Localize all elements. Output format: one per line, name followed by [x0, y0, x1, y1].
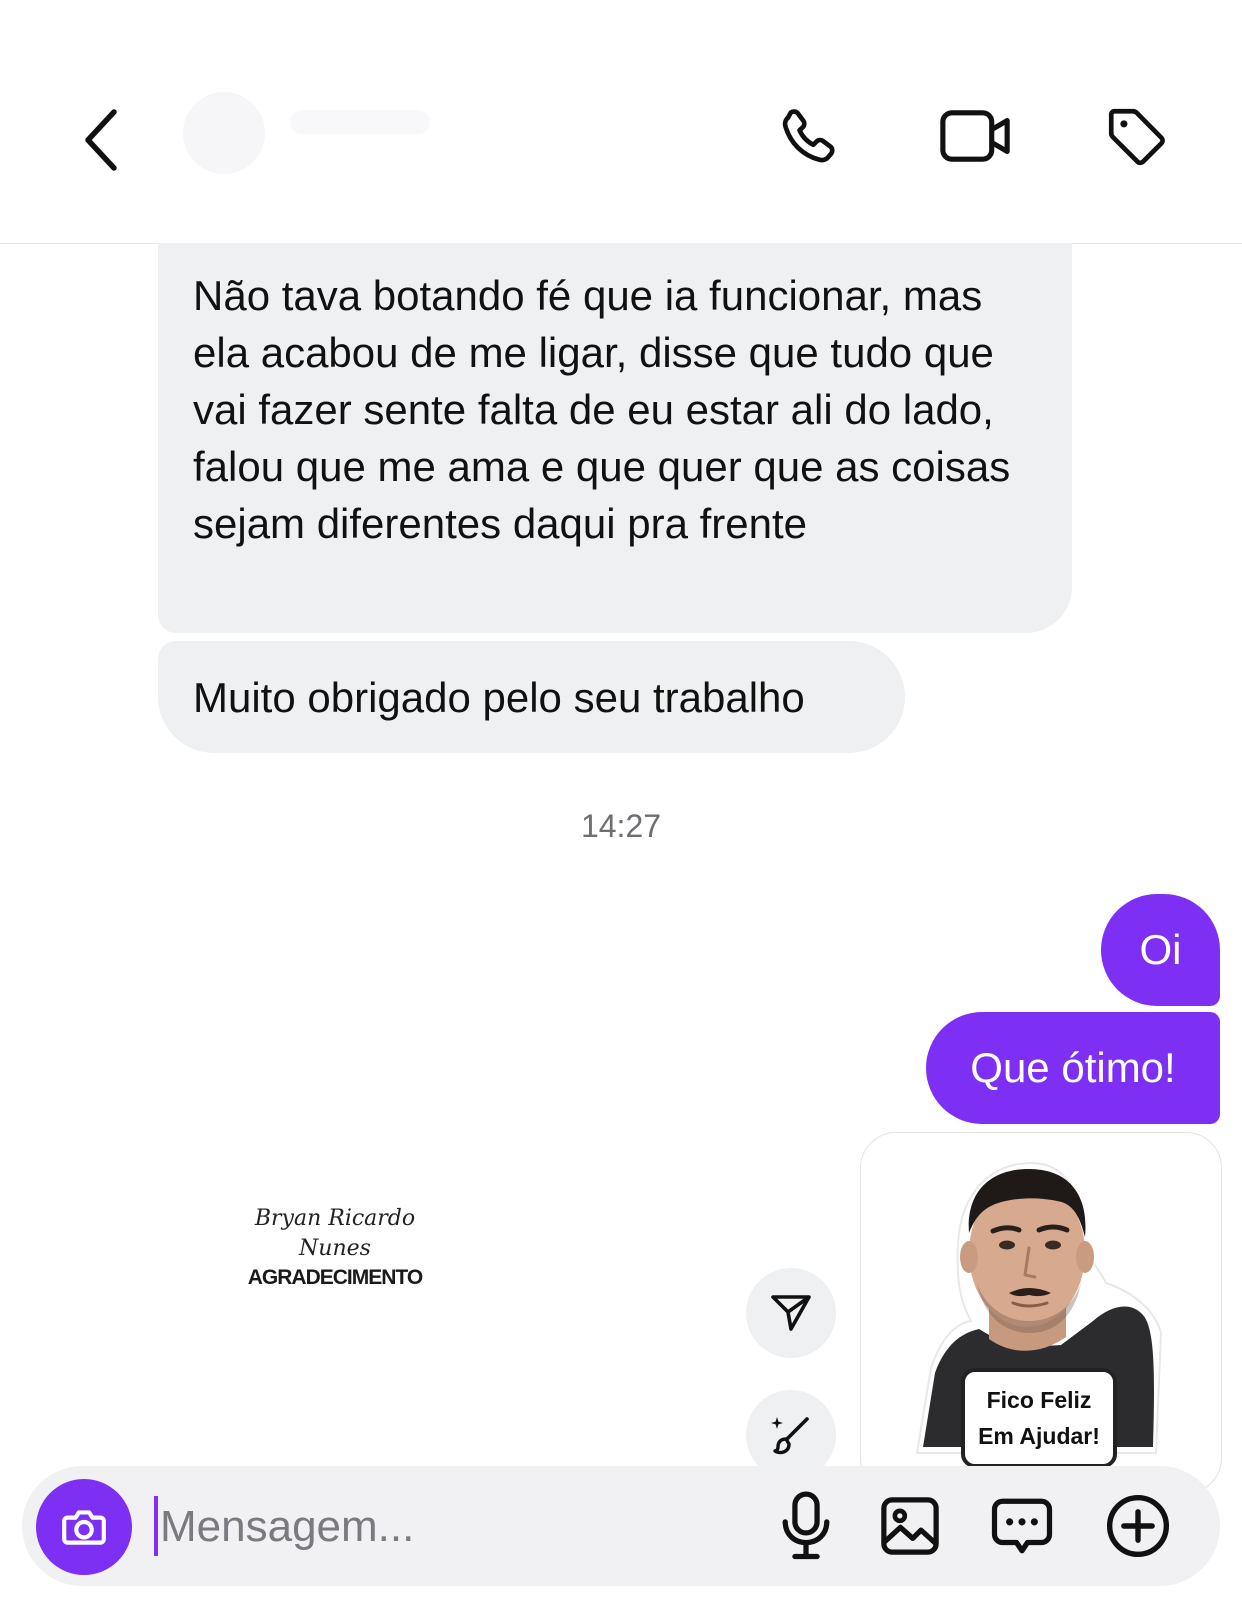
sticker-button[interactable]	[982, 1486, 1062, 1566]
message-text: Que ótimo!	[970, 1044, 1176, 1091]
image-icon	[881, 1497, 939, 1555]
label-button[interactable]	[1100, 100, 1172, 172]
call-button[interactable]	[775, 100, 845, 172]
watermark: Bryan Ricardo Nunes AGRADECIMENTO	[230, 1204, 440, 1290]
send-icon	[771, 1295, 811, 1331]
sticker-caption-line2: Em Ajudar!	[978, 1423, 1100, 1449]
watermark-surname: Nunes	[299, 1236, 371, 1261]
sticker-caption: Fico Feliz Em Ajudar!	[961, 1368, 1117, 1468]
brush-sparkle-icon	[771, 1417, 809, 1455]
more-button[interactable]	[1098, 1486, 1178, 1566]
tag-icon	[1108, 108, 1165, 166]
sticker-caption-line1: Fico Feliz	[986, 1387, 1092, 1413]
microphone-icon	[782, 1491, 830, 1560]
video-camera-icon	[940, 110, 1010, 162]
incoming-message[interactable]: Não tava botando fé que ia funcionar, ma…	[158, 243, 1072, 633]
message-text: Muito obrigado pelo seu trabalho	[193, 673, 805, 721]
message-text: Oi	[1139, 926, 1182, 973]
camera-button[interactable]	[36, 1479, 132, 1575]
message-input[interactable]	[158, 1488, 682, 1566]
message-text: Não tava botando fé que ia funcionar, ma…	[193, 272, 1011, 547]
camera-icon	[62, 1510, 106, 1545]
incoming-message[interactable]: Muito obrigado pelo seu trabalho	[158, 641, 905, 753]
phone-icon	[782, 109, 835, 163]
video-call-button[interactable]	[935, 100, 1015, 172]
message-timestamp: 14:27	[580, 808, 662, 844]
chevron-left-icon	[85, 109, 117, 171]
outgoing-message[interactable]: Oi	[1101, 894, 1220, 1006]
sticker-message[interactable]: Fico Feliz Em Ajudar!	[860, 1132, 1222, 1494]
contact-name[interactable]	[290, 110, 430, 134]
outgoing-message[interactable]: Que ótimo!	[926, 1012, 1220, 1124]
plus-icon	[1106, 1494, 1170, 1558]
watermark-title: AGRADECIMENTO	[247, 1266, 423, 1289]
back-button[interactable]	[70, 100, 130, 180]
forward-button[interactable]	[746, 1268, 836, 1358]
chat-bubble-dots-icon	[991, 1498, 1053, 1554]
contact-avatar[interactable]	[183, 92, 265, 174]
message-composer	[22, 1466, 1220, 1586]
chat-header	[0, 0, 1242, 244]
voice-message-button[interactable]	[768, 1486, 844, 1566]
gallery-button[interactable]	[870, 1486, 950, 1566]
watermark-name: Bryan Ricardo	[254, 1206, 416, 1231]
